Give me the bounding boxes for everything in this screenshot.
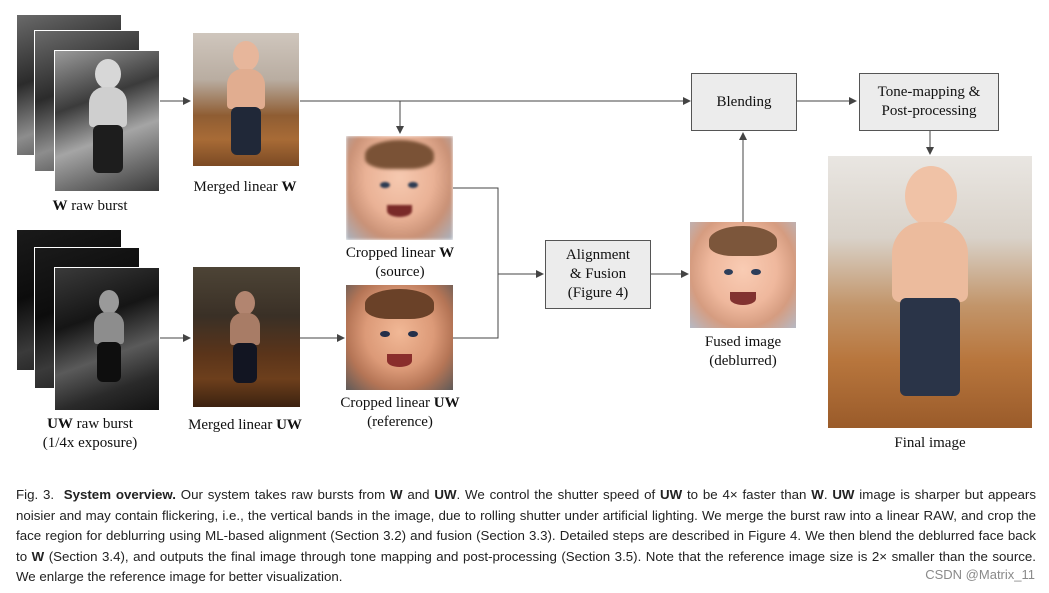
merged-linear-w-photo: [193, 33, 299, 166]
arrow-crop-uw-to-fusion: [453, 274, 499, 339]
merged-linear-w-label: Merged linear W: [193, 179, 297, 195]
figure-caption: Fig. 3. System overview. Our system take…: [16, 487, 1037, 584]
cropped-face-uw: [346, 285, 453, 390]
merged-linear-uw-photo: [193, 267, 300, 407]
final-image-label: Final image: [894, 435, 966, 451]
blending-box: Blending: [691, 73, 797, 131]
w-raw-burst-stack: [16, 14, 161, 194]
caption-title: System overview.: [63, 487, 176, 502]
tone-mapping-box: Tone-mapping & Post-processing: [859, 73, 999, 131]
fused-image-label: Fused image (deblurred): [704, 334, 782, 369]
final-photo: [828, 156, 1032, 428]
cropped-linear-uw-label: Cropped linear UW (reference): [340, 395, 460, 430]
cropped-linear-w-label: Cropped linear W (source): [345, 245, 455, 280]
merged-linear-uw-label: Merged linear UW: [188, 417, 302, 433]
watermark: CSDN @Matrix_11: [925, 567, 1035, 582]
alignment-fusion-box: Alignment & Fusion (Figure 4): [545, 240, 651, 309]
cropped-face-w: [346, 136, 453, 240]
figure-number: Fig. 3.: [16, 487, 55, 502]
uw-raw-burst-stack: [16, 229, 161, 411]
fused-face: [690, 222, 796, 328]
w-raw-burst-label: W raw burst: [52, 198, 128, 214]
uw-raw-burst-label: UW raw burst (1/4x exposure): [42, 416, 138, 451]
